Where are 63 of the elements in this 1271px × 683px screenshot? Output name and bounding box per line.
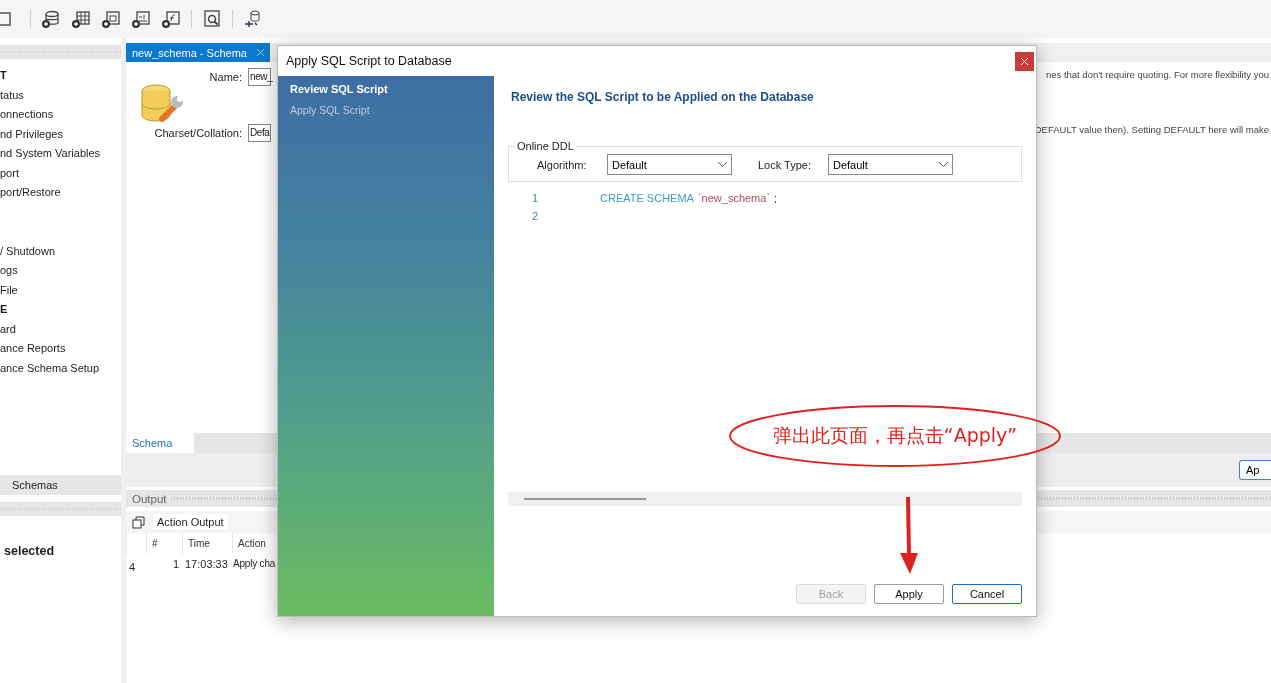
sidebar-item[interactable]: ance Reports [0, 339, 121, 359]
sidebar-item[interactable]: tatus [0, 85, 121, 105]
sidebar-item[interactable]: nd Privileges [0, 124, 121, 144]
line-number: 2 [531, 210, 540, 222]
close-button[interactable] [1015, 51, 1034, 71]
panel-title: Output [132, 492, 167, 505]
dialog-heading: Review the SQL Script to be Applied on the Database [510, 90, 815, 104]
sidebar-item[interactable]: ogs [0, 261, 121, 281]
field-label: Algorithm: [537, 158, 588, 171]
editor-subtab[interactable]: Schema [126, 433, 194, 453]
group-title: Online DDL [516, 140, 575, 152]
bottom-button[interactable]: Ap [1239, 460, 1271, 480]
close-icon [1021, 57, 1028, 65]
charset-field[interactable]: Defa [248, 124, 271, 142]
field-label: Name: [208, 71, 243, 83]
chevron-down-icon [939, 162, 948, 167]
help-text: nes that don't require quoting. For more flexibility you [1045, 69, 1269, 80]
field-label: Lock Type: [758, 158, 812, 171]
wizard-step: Review SQL Script [290, 83, 482, 95]
copy-icon[interactable] [132, 515, 145, 529]
code-token: CREATE SCHEMA [600, 192, 694, 204]
code-token: ; [774, 192, 778, 204]
procedure-add-icon[interactable] [131, 9, 151, 29]
sidebar-item[interactable]: port [0, 163, 121, 183]
database-connect-icon[interactable] [243, 9, 263, 29]
dropdown[interactable]: Default [828, 154, 953, 175]
table-cell-text: Apply cha [232, 557, 277, 571]
table-add-icon[interactable] [71, 9, 91, 29]
sidebar-item[interactable]: / Shutdown [0, 241, 121, 261]
dialog-button[interactable]: Apply [874, 584, 944, 604]
sidebar-item[interactable]: ard [0, 319, 121, 339]
sidebar-heading: E [0, 302, 9, 317]
view-add-icon[interactable] [101, 9, 121, 29]
database-add-icon[interactable] [41, 9, 61, 29]
code-token: `new_schema` [697, 192, 771, 204]
search-table-icon[interactable] [202, 9, 222, 29]
sidebar-item[interactable]: ance Schema Setup [0, 358, 121, 378]
dialog-button[interactable]: Cancel [952, 584, 1022, 604]
line-number: 1 [531, 192, 540, 204]
close-icon[interactable] [256, 49, 264, 56]
field-label: Charset/Collation: [153, 127, 243, 139]
wizard-step: Apply SQL Script [290, 104, 482, 116]
column-header: # [146, 533, 182, 554]
info-text: selected [3, 543, 56, 558]
dropdown[interactable]: Default [607, 154, 732, 175]
editor-tab[interactable]: new_schema - Schema [126, 43, 270, 62]
help-text: DEFAULT value then). Setting DEFAULT here will make [1034, 124, 1269, 135]
table-cell-text: 17:03:33 [184, 557, 229, 572]
column-header: Time [182, 533, 232, 554]
sidebar-item[interactable]: File [0, 280, 121, 300]
scrollbar[interactable] [508, 492, 1022, 506]
output-mode-select[interactable]: Action Output [153, 514, 228, 530]
sidebar-item[interactable]: onnections [0, 105, 121, 125]
function-add-icon[interactable] [161, 9, 181, 29]
database-wrench-icon [140, 83, 186, 125]
dialog-title: Apply SQL Script to Database [286, 54, 452, 68]
annotation-text: 弹出此页面，再点击“Apply” [772, 423, 1018, 448]
sidebar-item[interactable]: port/Restore [0, 183, 121, 203]
chevron-down-icon [718, 162, 727, 167]
table-cell-text: 1 [171, 557, 180, 572]
table-cell-text: 4 [128, 560, 137, 575]
sidebar-item[interactable]: nd System Variables [0, 144, 121, 164]
sidebar-heading: T [0, 68, 8, 83]
